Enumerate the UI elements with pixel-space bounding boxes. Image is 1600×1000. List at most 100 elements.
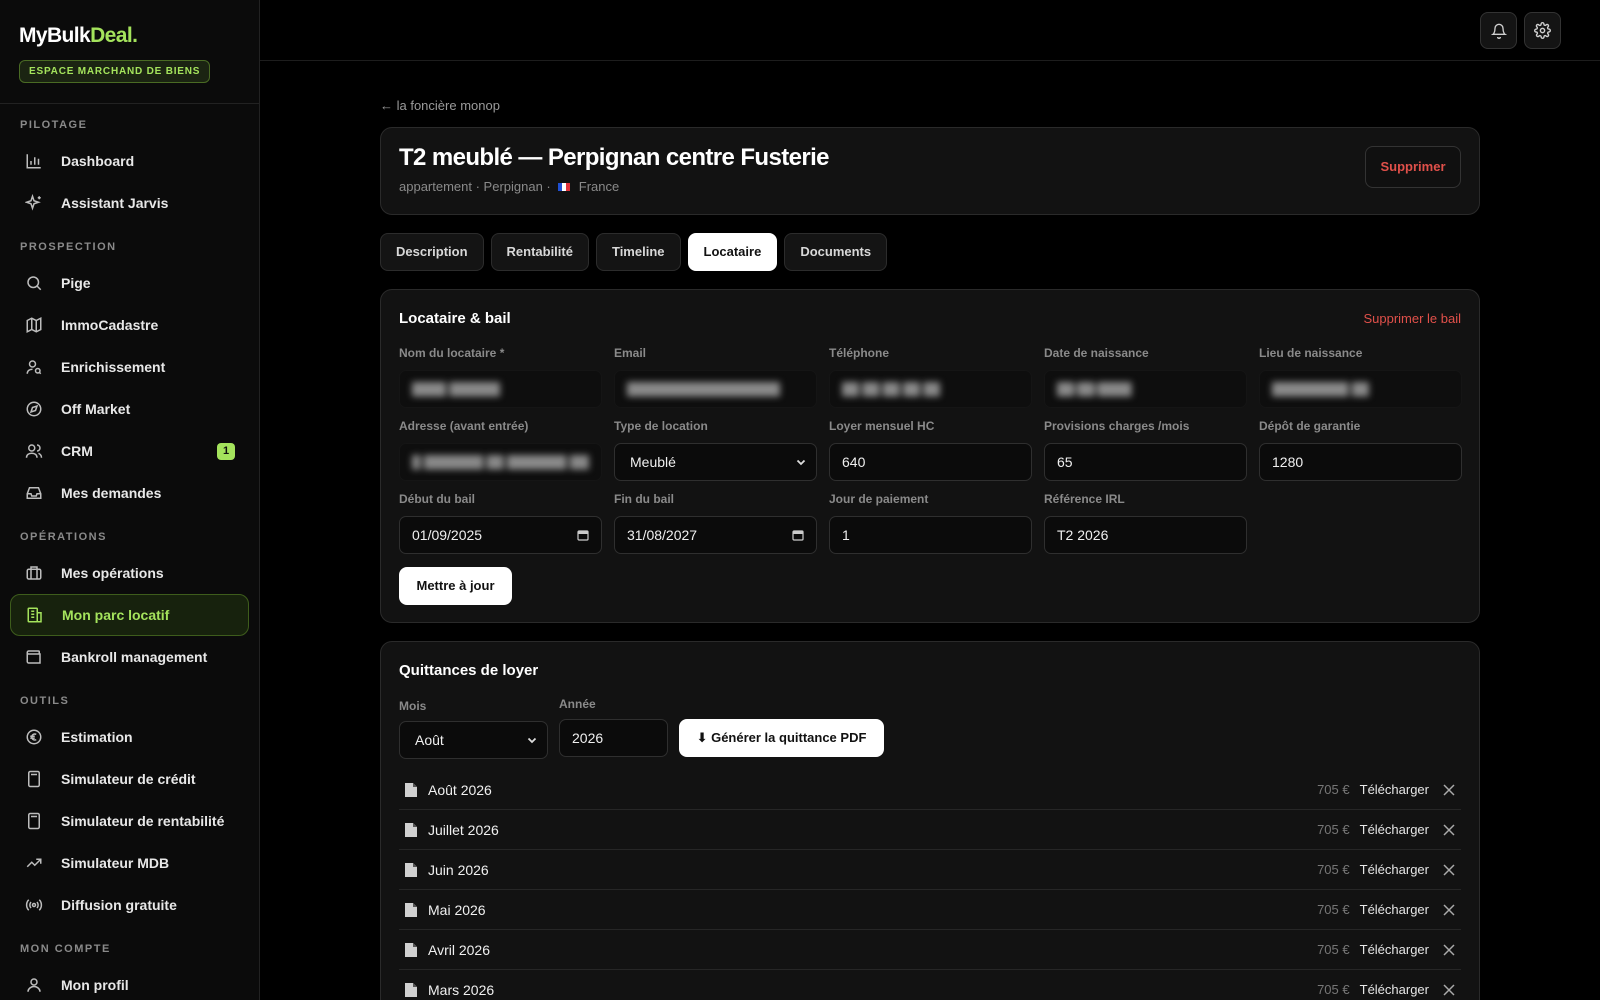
receipt-amount: 705 €	[1317, 862, 1350, 877]
download-receipt-link[interactable]: Télécharger	[1360, 982, 1429, 997]
download-receipt-link[interactable]: Télécharger	[1360, 782, 1429, 797]
sidebar-item-jarvis[interactable]: Assistant Jarvis	[10, 182, 249, 224]
sidebar-item-mes-demandes[interactable]: Mes demandes	[10, 472, 249, 514]
settings-button[interactable]	[1524, 12, 1561, 49]
update-lease-button[interactable]: Mettre à jour	[399, 567, 512, 605]
sidebar-item-label: Simulateur de crédit	[61, 771, 196, 787]
delete-lease-link[interactable]: Supprimer le bail	[1363, 311, 1461, 326]
sidebar-item-pige[interactable]: Pige	[10, 262, 249, 304]
payment-day-input[interactable]: 1	[829, 516, 1032, 554]
birth-place-input[interactable]: █████████ ██	[1259, 370, 1462, 408]
month-select[interactable]: Août	[399, 721, 548, 759]
logo[interactable]: MyBulkDeal.	[19, 24, 240, 48]
tab-documents[interactable]: Documents	[784, 233, 888, 271]
section-title-prospection: PROSPECTION	[20, 241, 117, 253]
year-input[interactable]: 2026	[559, 719, 668, 757]
rent-input[interactable]: 640	[829, 443, 1032, 481]
tenant-name-field: Nom du locataire * ████ ██████	[399, 346, 602, 408]
sidebar-item-mes-operations[interactable]: Mes opérations	[10, 552, 249, 594]
download-receipt-link[interactable]: Télécharger	[1360, 822, 1429, 837]
lease-card: Locataire & bail Supprimer le bail Nom d…	[380, 289, 1480, 623]
brand: MyBulkDeal. ESPACE MARCHAND DE BIENS	[0, 0, 259, 104]
sidebar-item-sim-mdb[interactable]: Simulateur MDB	[10, 842, 249, 884]
field-label: Mois	[399, 699, 427, 713]
blurred-value: █ ███████ ██ ███████ ██████	[412, 455, 589, 469]
email-input[interactable]: ██████████████████	[614, 370, 817, 408]
sidebar-item-parc-locatif[interactable]: Mon parc locatif	[10, 594, 249, 636]
file-icon	[405, 982, 417, 997]
lease-start-input[interactable]: 01/09/2025	[399, 516, 602, 554]
birth-date-input[interactable]: ██/██/████	[1044, 370, 1247, 408]
close-icon[interactable]	[1443, 823, 1455, 836]
close-icon[interactable]	[1443, 783, 1455, 796]
field-label: Provisions charges /mois	[1044, 419, 1190, 433]
phone-field: Téléphone ██ ██ ██ ██ ██	[829, 346, 1032, 408]
compass-icon	[26, 401, 42, 417]
close-icon[interactable]	[1443, 983, 1455, 996]
blurred-value: ██/██/████	[1057, 382, 1132, 396]
sidebar-item-crm[interactable]: CRM 1	[10, 430, 249, 472]
notifications-button[interactable]	[1480, 12, 1517, 49]
close-icon[interactable]	[1443, 943, 1455, 956]
sidebar-item-estimation[interactable]: Estimation	[10, 716, 249, 758]
charges-input[interactable]: 65	[1044, 443, 1247, 481]
field-label: Loyer mensuel HC	[829, 419, 935, 433]
calculator-icon	[28, 812, 40, 830]
payment-day-field: Jour de paiement 1	[829, 492, 1032, 554]
sidebar-item-mon-profil[interactable]: Mon profil	[10, 964, 249, 1000]
delete-property-button[interactable]: Supprimer	[1365, 146, 1461, 188]
user-search-icon	[26, 360, 42, 375]
receipt-name: Août 2026	[428, 781, 492, 798]
sidebar-item-enrichissement[interactable]: Enrichissement	[10, 346, 249, 388]
france-flag-icon	[557, 182, 570, 191]
lease-end-input[interactable]: 31/08/2027	[614, 516, 817, 554]
sidebar-item-label: Mes demandes	[61, 485, 162, 501]
field-label: Référence IRL	[1044, 492, 1125, 506]
space-badge: ESPACE MARCHAND DE BIENS	[19, 60, 211, 83]
generate-receipt-button[interactable]: ⬇ Générer la quittance PDF	[679, 719, 884, 757]
tab-timeline[interactable]: Timeline	[595, 233, 681, 271]
phone-input[interactable]: ██ ██ ██ ██ ██	[829, 370, 1032, 408]
sidebar-item-off-market[interactable]: Off Market	[10, 388, 249, 430]
sidebar-item-label: Diffusion gratuite	[61, 897, 177, 913]
tab-description[interactable]: Description	[380, 233, 484, 271]
sidebar-item-dashboard[interactable]: Dashboard	[10, 140, 249, 182]
receipt-name: Mars 2026	[428, 981, 495, 998]
tab-locataire[interactable]: Locataire	[687, 233, 778, 271]
sidebar-item-immocadastre[interactable]: ImmoCadastre	[10, 304, 249, 346]
irl-input[interactable]: T2 2026	[1044, 516, 1247, 554]
user-icon	[27, 978, 41, 992]
charges-field: Provisions charges /mois 65	[1044, 419, 1247, 481]
address-input[interactable]: █ ███████ ██ ███████ ██████	[399, 443, 602, 481]
download-receipt-link[interactable]: Télécharger	[1360, 862, 1429, 877]
sidebar-item-bankroll[interactable]: Bankroll management	[10, 636, 249, 678]
receipt-row: Avril 2026 705 € Télécharger	[399, 930, 1461, 970]
close-icon[interactable]	[1443, 863, 1455, 876]
bar-chart-icon	[26, 154, 41, 169]
sidebar-item-sim-rentabilite[interactable]: Simulateur de rentabilité	[10, 800, 249, 842]
back-link[interactable]: ← la foncière monop	[380, 98, 500, 113]
download-receipt-link[interactable]: Télécharger	[1360, 902, 1429, 917]
tenant-name-input[interactable]: ████ ██████	[399, 370, 602, 408]
property-country: France	[578, 179, 620, 194]
rental-type-select[interactable]: Meublé	[614, 443, 817, 481]
sidebar-item-sim-credit[interactable]: Simulateur de crédit	[10, 758, 249, 800]
charges-value: 65	[1057, 454, 1073, 470]
deposit-input[interactable]: 1280	[1259, 443, 1462, 481]
crm-count-badge: 1	[217, 443, 235, 460]
building-icon	[27, 607, 42, 623]
lease-end-value: 31/08/2027	[627, 527, 698, 543]
calendar-icon[interactable]	[792, 529, 804, 541]
app-root: MyBulkDeal. ESPACE MARCHAND DE BIENS PIL…	[0, 0, 1600, 1000]
tab-rentabilite[interactable]: Rentabilité	[490, 233, 589, 271]
sidebar-item-diffusion[interactable]: Diffusion gratuite	[10, 884, 249, 926]
close-icon[interactable]	[1443, 903, 1455, 916]
rental-type-value: Meublé	[630, 454, 676, 470]
file-icon	[405, 942, 417, 957]
inbox-icon	[26, 487, 42, 499]
euro-circle-icon	[26, 729, 42, 745]
calendar-icon[interactable]	[577, 529, 589, 541]
download-receipt-link[interactable]: Télécharger	[1360, 942, 1429, 957]
irl-field: Référence IRL T2 2026	[1044, 492, 1247, 554]
field-label: Téléphone	[829, 346, 890, 360]
